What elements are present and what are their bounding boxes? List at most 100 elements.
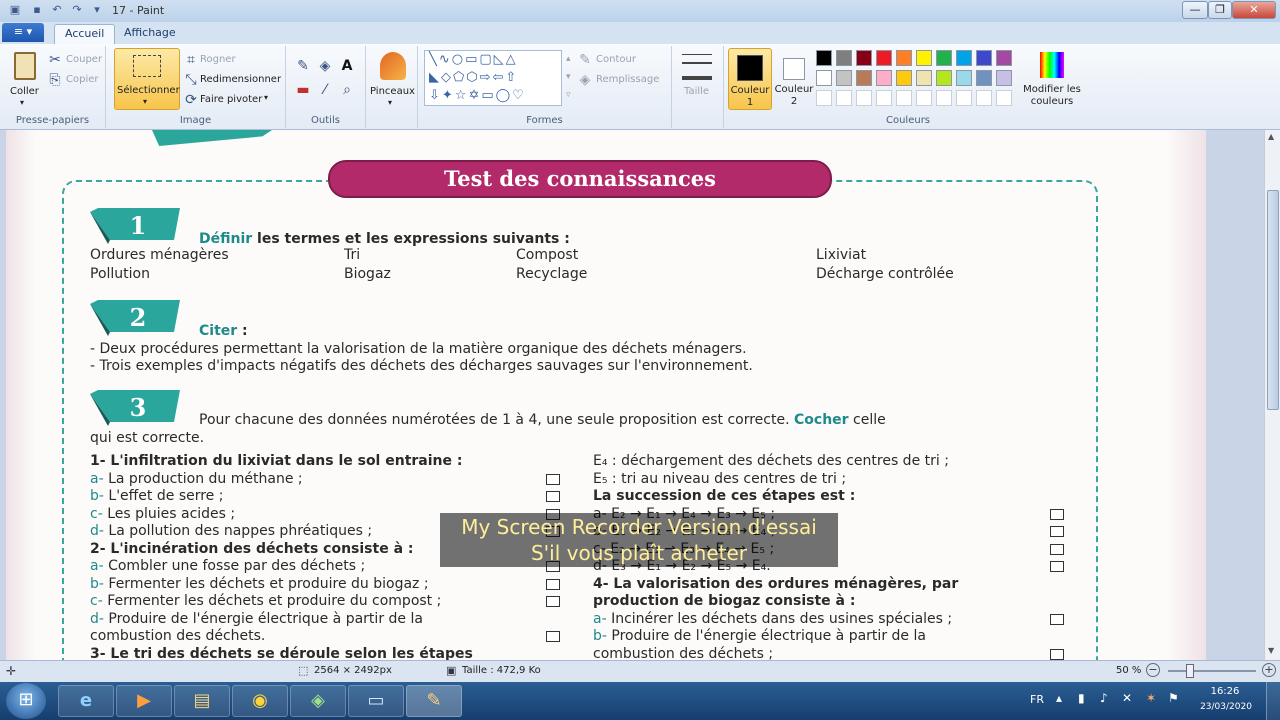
color-swatch[interactable] xyxy=(816,50,832,66)
answer-checkbox[interactable] xyxy=(546,631,560,642)
answer-checkbox[interactable] xyxy=(1050,648,1064,660)
paint-taskbar-icon[interactable]: ✎ xyxy=(406,685,462,717)
zoom-in-button[interactable]: + xyxy=(1262,663,1276,677)
color-swatch[interactable] xyxy=(996,50,1012,66)
custom-color-slot[interactable] xyxy=(936,90,952,106)
scroll-down-icon[interactable]: ▼ xyxy=(1268,646,1274,655)
color-swatch[interactable] xyxy=(916,50,932,66)
file-menu-button[interactable]: ≡ ▾ xyxy=(2,23,44,42)
scroll-up-icon[interactable]: ▲ xyxy=(1268,132,1274,141)
answer-checkbox[interactable] xyxy=(1050,543,1064,555)
device-icon[interactable]: ▮ xyxy=(1078,691,1085,705)
start-button[interactable]: ⊞ xyxy=(6,683,46,719)
color-swatch[interactable] xyxy=(836,50,852,66)
color1-button[interactable]: Couleur 1 xyxy=(728,48,772,110)
text-tool-icon[interactable]: A xyxy=(338,58,356,74)
tab-affichage[interactable]: Affichage xyxy=(114,24,186,44)
network-icon[interactable]: ✕ xyxy=(1122,691,1132,705)
maximize-button[interactable]: ❐ xyxy=(1208,1,1232,19)
shape-row-icon[interactable]: ⇩✦☆✡▭◯♡ xyxy=(429,88,526,103)
color-swatch[interactable] xyxy=(816,70,832,86)
vertical-scrollbar[interactable]: ▲ ▼ xyxy=(1264,130,1280,660)
language-indicator[interactable]: FR xyxy=(1030,693,1044,706)
answer-checkbox[interactable] xyxy=(1050,613,1064,625)
zoom-slider-handle[interactable] xyxy=(1186,664,1194,678)
answer-checkbox[interactable] xyxy=(1050,508,1064,520)
chrome-taskbar-icon[interactable]: ◉ xyxy=(232,685,288,717)
zoom-slider-track[interactable] xyxy=(1168,670,1256,672)
canvas-area[interactable]: Test des connaissances 1 Définir les ter… xyxy=(0,130,1264,660)
answer-checkbox[interactable] xyxy=(546,473,560,485)
copy-button[interactable]: Copier xyxy=(66,74,99,85)
custom-color-slot[interactable] xyxy=(876,90,892,106)
custom-color-slot[interactable] xyxy=(996,90,1012,106)
custom-color-slot[interactable] xyxy=(896,90,912,106)
tab-accueil[interactable]: Accueil xyxy=(54,24,116,44)
color-swatch[interactable] xyxy=(856,70,872,86)
color-picker-icon[interactable]: ⁄ xyxy=(316,82,334,98)
line-shape-icon[interactable]: ╲∿○▭▢◺△ xyxy=(429,52,518,67)
document-image[interactable]: Test des connaissances 1 Définir les ter… xyxy=(6,130,1206,660)
color-swatch[interactable] xyxy=(916,70,932,86)
ie-taskbar-icon[interactable]: e xyxy=(58,685,114,717)
paint-app-icon[interactable]: ▣ xyxy=(8,3,22,17)
clock-time[interactable]: 16:26 xyxy=(1200,686,1250,697)
outline-button[interactable]: Contour xyxy=(596,54,636,65)
color-swatch[interactable] xyxy=(896,50,912,66)
close-button[interactable]: ✕ xyxy=(1232,1,1276,19)
fill-bucket-icon[interactable]: ◈ xyxy=(316,58,334,74)
answer-checkbox[interactable] xyxy=(1050,561,1064,572)
minimize-button[interactable]: — xyxy=(1182,1,1208,19)
color-swatch[interactable] xyxy=(956,70,972,86)
answer-checkbox[interactable] xyxy=(546,491,560,502)
color-swatch[interactable] xyxy=(856,50,872,66)
zoom-out-button[interactable]: − xyxy=(1146,663,1160,677)
fill-button[interactable]: Remplissage xyxy=(596,74,659,85)
custom-color-slot[interactable] xyxy=(816,90,832,106)
size-button[interactable]: Taille xyxy=(680,52,716,108)
undo-icon[interactable]: ↶ xyxy=(50,3,64,17)
answer-checkbox[interactable] xyxy=(546,578,560,590)
custom-color-slot[interactable] xyxy=(976,90,992,106)
paste-button[interactable]: Coller ▾ xyxy=(6,48,44,108)
custom-color-slot[interactable] xyxy=(856,90,872,106)
show-desktop-button[interactable] xyxy=(1266,682,1280,720)
answer-checkbox[interactable] xyxy=(1050,526,1064,537)
edit-colors-button[interactable]: Modifier les couleurs xyxy=(1022,48,1082,110)
shapes-scroll-icon[interactable]: ▴ ▾ ▿ xyxy=(566,50,571,104)
answer-checkbox[interactable] xyxy=(546,596,560,607)
resize-button[interactable]: Redimensionner xyxy=(200,74,281,85)
magnifier-icon[interactable]: ⌕ xyxy=(338,82,356,98)
customize-quick-access-icon[interactable]: ▾ xyxy=(90,3,104,17)
color-swatch[interactable] xyxy=(896,70,912,86)
color-swatch[interactable] xyxy=(876,50,892,66)
brushes-button[interactable]: Pinceaux ▾ xyxy=(370,48,415,110)
custom-color-slot[interactable] xyxy=(956,90,972,106)
custom-color-slot[interactable] xyxy=(836,90,852,106)
custom-color-slot[interactable] xyxy=(916,90,932,106)
select-button[interactable]: Sélectionner ▾ xyxy=(114,48,180,110)
color-swatch[interactable] xyxy=(836,70,852,86)
color-swatch[interactable] xyxy=(936,70,952,86)
color-swatch[interactable] xyxy=(976,70,992,86)
clock-date[interactable]: 23/03/2020 xyxy=(1194,702,1258,712)
color-swatch[interactable] xyxy=(956,50,972,66)
recorder-taskbar-icon[interactable]: ▭ xyxy=(348,685,404,717)
color-swatch[interactable] xyxy=(876,70,892,86)
show-hidden-icons-icon[interactable]: ▴ xyxy=(1056,691,1062,705)
color-swatch[interactable] xyxy=(976,50,992,66)
rotate-button[interactable]: Faire pivoter xyxy=(200,94,262,105)
media-player-taskbar-icon[interactable]: ▶ xyxy=(116,685,172,717)
color-swatch[interactable] xyxy=(936,50,952,66)
save-icon[interactable]: ▪ xyxy=(30,3,44,17)
tool-tray-icon[interactable]: ✶ xyxy=(1146,691,1156,705)
shapes-gallery[interactable]: ╲∿○▭▢◺△ ◣◇⬠⬡⇨⇦⇧ ⇩✦☆✡▭◯♡ xyxy=(424,50,562,106)
color2-button[interactable]: Couleur 2 xyxy=(774,48,814,110)
volume-icon[interactable]: ♪ xyxy=(1100,691,1108,705)
pencil-icon[interactable]: ✎ xyxy=(294,58,312,74)
eraser-icon[interactable]: ▬ xyxy=(294,82,312,98)
flag-icon[interactable]: ⚑ xyxy=(1168,691,1179,705)
color-swatch[interactable] xyxy=(996,70,1012,86)
scroll-thumb[interactable] xyxy=(1267,190,1279,410)
cut-button[interactable]: Couper xyxy=(66,54,102,65)
